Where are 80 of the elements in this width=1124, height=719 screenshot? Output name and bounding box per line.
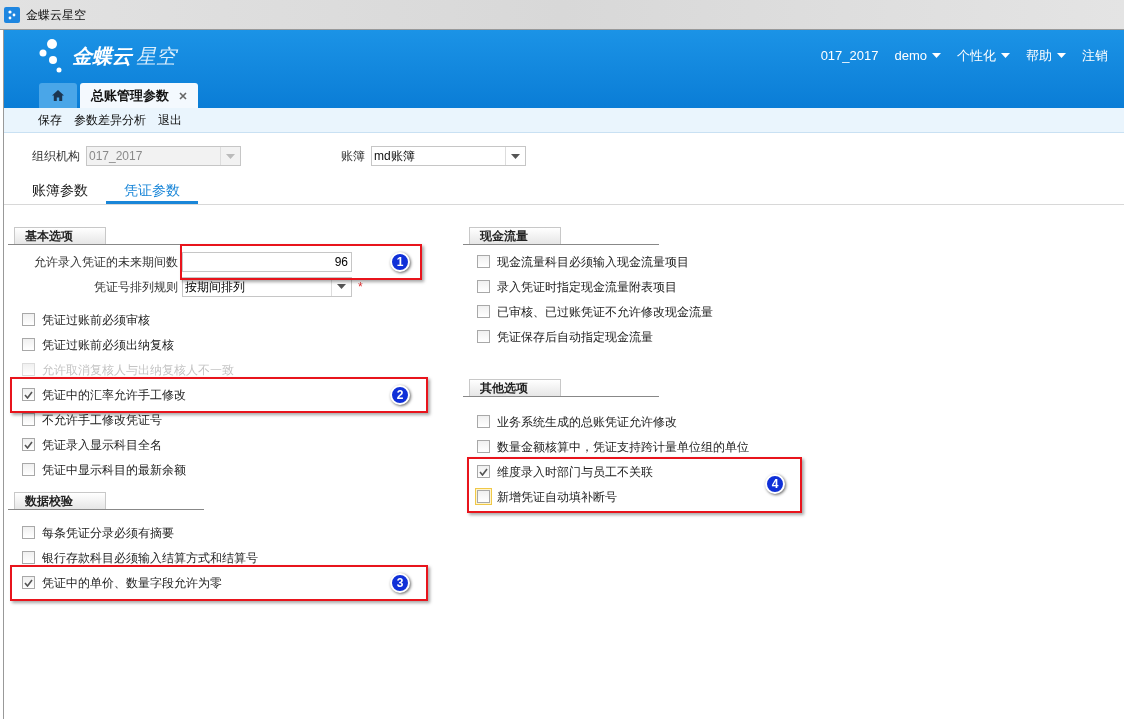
filter-label: 账簿 [341, 148, 365, 165]
checkbox[interactable] [22, 313, 35, 326]
checkmark-icon [24, 578, 33, 587]
checkbox-label: 凭证录入显示科目全名 [42, 436, 162, 454]
window-title: 金蝶云星空 [26, 6, 86, 24]
header-menu-item[interactable]: 注销 [1082, 46, 1108, 66]
checkbox-label: 凭证中显示科目的最新余额 [42, 461, 186, 479]
checkbox-label: 凭证过账前必须审核 [42, 311, 150, 329]
checkbox[interactable] [22, 388, 35, 401]
document-tab-label: 总账管理参数 [91, 86, 169, 105]
filter-label: 组织机构 [32, 148, 80, 165]
checkbox[interactable] [477, 440, 490, 453]
checkbox-label: 银行存款科目必须输入结算方式和结算号 [42, 549, 258, 567]
section-heading: 现金流量 [469, 227, 561, 244]
caret-icon [226, 153, 235, 159]
callout-number: 2 [390, 384, 410, 405]
select-value: 按期间排列 [184, 278, 246, 296]
header-menu-item[interactable]: demo [894, 46, 941, 66]
callout-number: 4 [765, 474, 785, 494]
caret-icon [511, 153, 520, 159]
checkbox-label: 凭证中的汇率允许手工修改 [42, 386, 186, 404]
filter-select[interactable]: md账簿 [371, 146, 526, 166]
checkbox-label: 录入凭证时指定现金流量附表项目 [497, 278, 677, 296]
app-icon [4, 6, 20, 23]
home-icon [52, 90, 64, 101]
checkbox[interactable] [22, 413, 35, 426]
section-heading: 其他选项 [469, 379, 561, 396]
checkbox[interactable] [22, 526, 35, 539]
toolbar-button[interactable]: 参数差异分析 [74, 111, 146, 129]
logo-text: 金蝶云 [72, 44, 132, 69]
home-tab[interactable] [39, 83, 77, 108]
field-label: 凭证号排列规则 [93, 278, 179, 296]
checkbox-label: 凭证过账前必须出纳复核 [42, 336, 174, 354]
header-menu-item[interactable]: 帮助 [1026, 46, 1066, 66]
checkbox[interactable] [22, 463, 35, 476]
checkbox[interactable] [477, 330, 490, 343]
field-label: 允许录入凭证的未来期间数 [33, 253, 179, 271]
header-menu-item[interactable]: 017_2017 [820, 46, 879, 66]
checkbox-label: 业务系统生成的总账凭证允许修改 [497, 413, 677, 431]
document-tab[interactable]: 总账管理参数 [80, 83, 198, 108]
checkbox-label: 已审核、已过账凭证不允许修改现金流量 [497, 303, 713, 321]
checkbox-label: 每条凭证分录必须有摘要 [42, 524, 174, 542]
number-field[interactable]: 96 [182, 251, 352, 272]
section-heading: 基本选项 [14, 227, 106, 244]
checkbox[interactable] [22, 338, 35, 351]
checkbox[interactable] [477, 305, 490, 318]
caret-icon [1001, 53, 1010, 59]
checkbox[interactable] [22, 576, 35, 589]
checkbox-label: 维度录入时部门与员工不关联 [497, 463, 653, 481]
checkbox[interactable] [477, 465, 490, 478]
tab[interactable]: 账簿参数 [14, 179, 106, 204]
checkbox[interactable] [477, 255, 490, 268]
filter-value: md账簿 [373, 148, 416, 165]
section-heading: 数据校验 [14, 492, 106, 509]
checkbox[interactable] [477, 415, 490, 428]
checkbox[interactable] [22, 551, 35, 564]
logo-subtext: 星空 [136, 44, 176, 69]
checkbox[interactable] [22, 438, 35, 451]
checkbox-label: 不允许手工修改凭证号 [42, 411, 162, 429]
checkbox-label: 凭证中的单价、数量字段允许为零 [42, 574, 222, 592]
filter-value: 017_2017 [88, 148, 144, 165]
checkbox[interactable] [477, 280, 490, 293]
tab[interactable]: 凭证参数 [106, 179, 198, 204]
caret-icon [337, 284, 346, 289]
callout-number: 3 [390, 572, 410, 593]
checkmark-icon [24, 440, 33, 449]
checkmark-icon [479, 467, 488, 476]
callout-number: 1 [390, 251, 410, 272]
header-menu-item[interactable]: 个性化 [957, 46, 1010, 66]
checkbox-label: 新增凭证自动填补断号 [497, 488, 617, 506]
toolbar-button[interactable]: 保存 [38, 111, 62, 129]
caret-icon [1057, 53, 1066, 59]
toolbar-button[interactable]: 退出 [158, 111, 182, 129]
required-mark: * [358, 278, 363, 296]
checkbox-label: 现金流量科目必须输入现金流量项目 [497, 253, 689, 271]
checkbox-label: 凭证保存后自动指定现金流量 [497, 328, 653, 346]
caret-icon [932, 53, 941, 59]
checkmark-icon [24, 390, 33, 399]
checkbox-label: 数量金额核算中，凭证支持跨计量单位组的单位 [497, 438, 749, 456]
close-icon[interactable] [179, 91, 187, 100]
